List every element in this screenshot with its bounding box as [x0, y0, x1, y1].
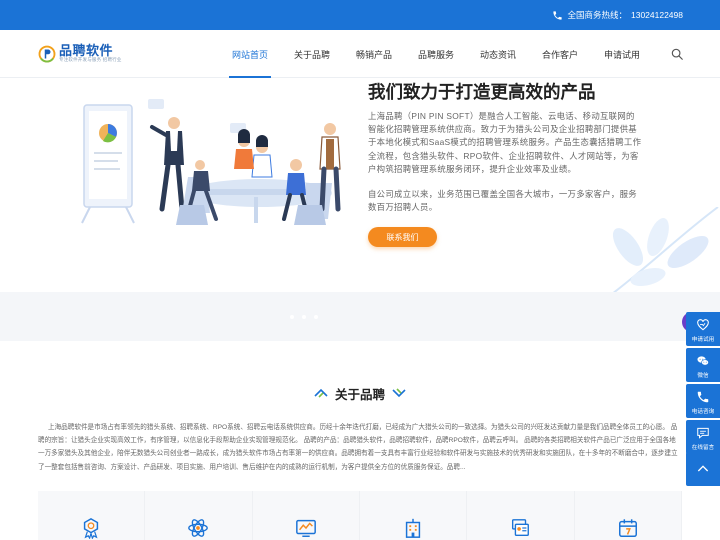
- chart-monitor-icon: [295, 519, 316, 537]
- about-text: 上海品聘软件是市场占有率领先的猎头系统、招聘系统、RPO系统、招聘云电话系统供应…: [38, 424, 678, 471]
- feature-card[interactable]: [145, 491, 253, 540]
- top-bar: 全国商务热线： 13024122498: [0, 0, 720, 30]
- feature-card[interactable]: [574, 491, 682, 540]
- feature-cards: [38, 491, 682, 540]
- id-cards-icon: [512, 519, 530, 537]
- heart-hand-icon: [697, 319, 709, 331]
- float-message-label: 在线留言: [691, 445, 715, 451]
- float-wechat-label: 微信: [697, 373, 709, 379]
- hotline[interactable]: 全国商务热线： 13024122498: [552, 8, 683, 22]
- hero-scope-text: 自公司成立以来，业务范围已覆盖全国各大城市，一万多家客户，服务数百万招聘人员。: [368, 189, 637, 213]
- slider-dot[interactable]: [290, 315, 294, 319]
- building-icon: [405, 518, 421, 538]
- phone-icon: [553, 10, 563, 20]
- slider-dots: [290, 315, 318, 319]
- title-deco-left-icon: [314, 388, 328, 398]
- slider-dot[interactable]: [302, 315, 306, 319]
- feature-card[interactable]: [359, 491, 468, 540]
- nav-item-about[interactable]: 关于品聘: [281, 30, 343, 78]
- float-phone-label: 电话咨询: [691, 409, 715, 415]
- award-icon: [84, 517, 99, 539]
- search-icon[interactable]: [670, 47, 684, 61]
- nav-item-home[interactable]: 网站首页: [219, 30, 281, 78]
- float-trial-label: 申请试用: [691, 337, 715, 343]
- logo-slogan: 专注软件开发与服务 招聘行业: [59, 57, 122, 62]
- hero-section: 我们致力于打造更高效的产品 上海品聘（PIN PIN SOFT）是融合人工智能、…: [0, 79, 720, 292]
- leaf-decoration-icon: [612, 207, 719, 292]
- slider-band: [0, 292, 720, 341]
- hotline-label: 全国商务热线：: [567, 10, 627, 20]
- wechat-icon: [697, 356, 709, 366]
- float-message-button[interactable]: 在线留言: [686, 420, 720, 454]
- title-deco-right-icon: [392, 388, 406, 398]
- atom-icon: [188, 519, 209, 537]
- about-heading: 关于品聘: [0, 384, 720, 402]
- logo-mark-icon: [38, 45, 56, 62]
- team-meeting-illustration: [81, 99, 341, 225]
- slider-dot[interactable]: [314, 315, 318, 319]
- logo[interactable]: 品聘软件 专注软件开发与服务 招聘行业: [38, 44, 122, 63]
- message-icon: [697, 427, 709, 439]
- chevron-up-icon: [697, 465, 709, 472]
- hero-title: 我们致力于打造更高效的产品: [368, 82, 596, 102]
- about-title: 关于品聘: [334, 387, 385, 402]
- main-nav: 网站首页 关于品聘 畅销产品 品聘服务 动态资讯 合作客户 申请试用: [219, 30, 653, 78]
- calendar-icon: [618, 519, 637, 537]
- phone-icon: [697, 391, 709, 403]
- header: 品聘软件 专注软件开发与服务 招聘行业 网站首页 关于品聘 畅销产品 品聘服务 …: [0, 30, 720, 78]
- feature-card[interactable]: [252, 491, 360, 540]
- contact-us-button[interactable]: 联系我们: [368, 227, 437, 247]
- back-to-top-button[interactable]: [686, 452, 720, 486]
- float-wechat-button[interactable]: 微信: [686, 348, 720, 382]
- nav-item-clients[interactable]: 合作客户: [529, 30, 591, 78]
- feature-card[interactable]: [467, 491, 575, 540]
- logo-name: 品聘软件: [59, 43, 114, 58]
- nav-item-products[interactable]: 畅销产品: [343, 30, 405, 78]
- hotline-number: 13024122498: [630, 10, 683, 20]
- nav-item-services[interactable]: 品聘服务: [405, 30, 467, 78]
- float-phone-button[interactable]: 电话咨询: [686, 384, 720, 418]
- nav-item-trial[interactable]: 申请试用: [591, 30, 653, 78]
- feature-card[interactable]: [38, 491, 146, 540]
- nav-item-news[interactable]: 动态资讯: [467, 30, 529, 78]
- float-trial-button[interactable]: 申请试用: [686, 312, 720, 346]
- hero-intro-text: 上海品聘（PIN PIN SOFT）是融合人工智能、云电话、移动互联网的智能化招…: [368, 111, 642, 174]
